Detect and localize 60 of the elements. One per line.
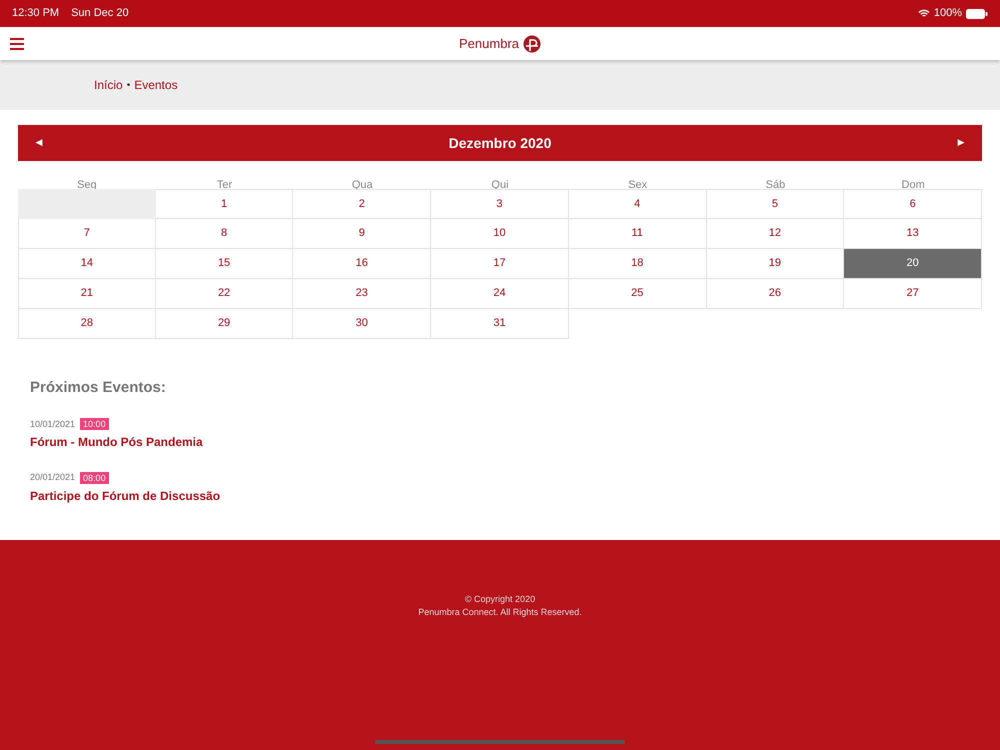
calendar-day[interactable]: 26: [706, 279, 844, 309]
calendar-day[interactable]: 28: [18, 309, 156, 339]
calendar-day[interactable]: 29: [156, 309, 294, 339]
calendar-day[interactable]: 11: [568, 219, 707, 249]
wifi-icon: [918, 9, 930, 18]
calendar-day[interactable]: 10: [431, 219, 569, 249]
calendar-day[interactable]: 24: [431, 279, 569, 309]
weekday-label: Dom: [902, 179, 925, 191]
battery-percentage: 100%: [934, 6, 962, 22]
status-date: Sun Dec 20: [71, 6, 129, 22]
breadcrumb-link[interactable]: Início: [94, 76, 123, 94]
calendar-day[interactable]: 20: [844, 249, 982, 279]
calendar-day[interactable]: 7: [18, 219, 156, 249]
calendar-day[interactable]: 23: [293, 279, 432, 309]
calendar-day[interactable]: 17: [431, 249, 569, 279]
event-title-link[interactable]: Fórum - Mundo Pós Pandemia: [30, 433, 982, 451]
month-title: Dezembro 2020: [448, 134, 552, 152]
calendar-day[interactable]: 19: [706, 249, 844, 279]
events-heading: Próximos Eventos:: [30, 378, 167, 398]
event-title-link[interactable]: Participe do Fórum de Discussão: [30, 486, 982, 504]
calendar-day[interactable]: 12: [706, 219, 844, 249]
calendar-day[interactable]: 27: [844, 279, 982, 309]
calendar-day[interactable]: 3: [431, 189, 569, 219]
event-date: 20/01/2021: [30, 471, 76, 484]
footer-text: Penumbra Connect. All Rights Reserved.: [418, 606, 582, 619]
status-time: 12:30 PM: [12, 6, 60, 22]
calendar-day[interactable]: 1: [156, 189, 294, 219]
previous-month-button[interactable]: ◀: [34, 136, 44, 150]
weekday-label: Sáb: [766, 179, 786, 191]
menu-button[interactable]: [10, 38, 24, 50]
weekday-label: Ter: [216, 179, 232, 191]
calendar-day[interactable]: 22: [156, 279, 294, 309]
calendar-day[interactable]: 9: [293, 219, 432, 249]
weekday-label: Qua: [352, 179, 373, 191]
calendar-day[interactable]: 5: [706, 189, 844, 219]
breadcrumb-separator: •: [126, 78, 130, 92]
calendar-day[interactable]: 6: [844, 189, 982, 219]
calendar-day[interactable]: 18: [568, 249, 707, 279]
calendar-day[interactable]: 14: [18, 249, 156, 279]
battery-icon: [966, 8, 988, 18]
calendar-day[interactable]: 15: [156, 249, 294, 279]
calendar-day[interactable]: 16: [293, 249, 432, 279]
event-date: 10/01/2021: [30, 418, 76, 430]
weekday-label: Qui: [491, 179, 509, 191]
logo-text: Penumbra: [459, 34, 519, 53]
calendar-day[interactable]: 21: [18, 279, 156, 309]
weekday-label: Sex: [628, 179, 648, 191]
calendar-day[interactable]: 25: [568, 279, 707, 309]
event-time-badge: 10:00: [80, 418, 109, 430]
calendar-day[interactable]: 13: [844, 219, 982, 249]
calendar-day[interactable]: 4: [568, 189, 707, 219]
calendar-day[interactable]: 31: [431, 309, 569, 339]
breadcrumb-link[interactable]: Eventos: [134, 76, 178, 94]
calendar-day[interactable]: 2: [293, 189, 432, 219]
calendar-day[interactable]: 8: [156, 219, 294, 249]
footer-text: © Copyright 2020: [464, 593, 536, 606]
calendar-day[interactable]: 30: [293, 309, 432, 339]
next-month-button[interactable]: ▶: [956, 136, 966, 150]
logo-icon: [522, 34, 541, 52]
event-time-badge: 08:00: [80, 472, 109, 484]
